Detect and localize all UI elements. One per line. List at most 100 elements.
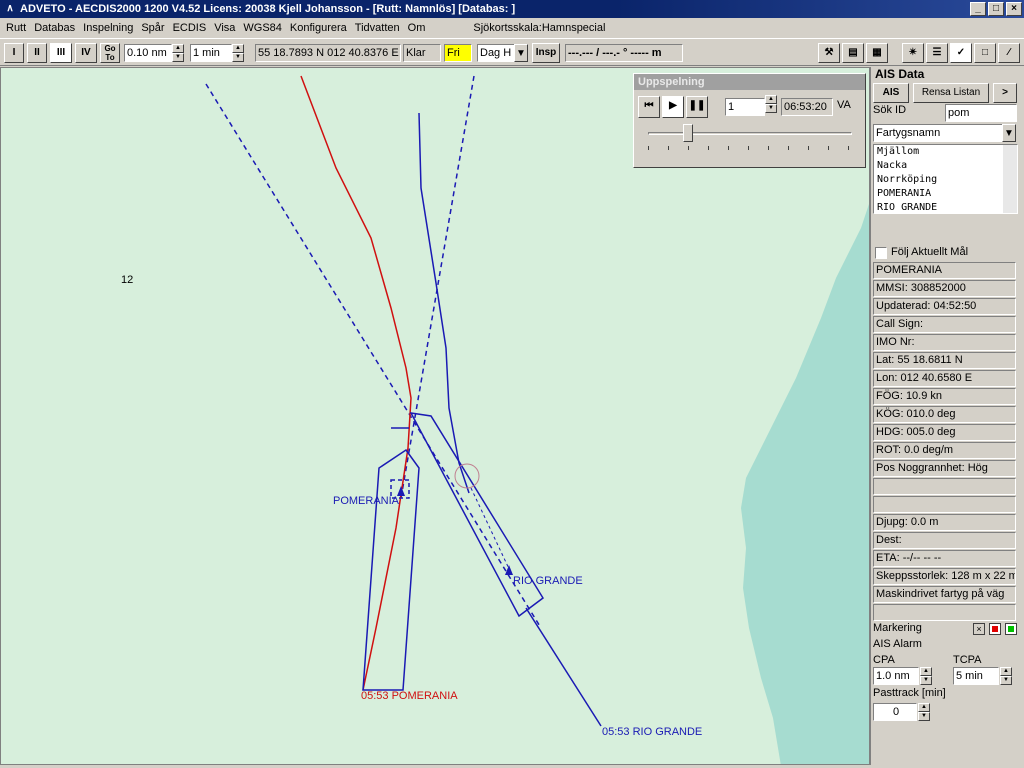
sort-select[interactable]: Fartygsnamn — [873, 124, 1003, 142]
mark-green-icon[interactable] — [1005, 623, 1017, 635]
inspect-button[interactable]: Insp — [532, 43, 560, 63]
menu-tidvatten[interactable]: Tidvatten — [351, 22, 404, 34]
grid-icon[interactable]: ▦ — [866, 43, 888, 63]
land-area — [741, 204, 869, 764]
playback-window: Uppspelning ⏮ ▶ ❚❚ 1 ▲ ▼ 06:53:20 VA — [633, 73, 866, 168]
chart-scale-label: Sjökortsskala:Hamnspecial — [473, 22, 606, 34]
layers-icon[interactable]: ☰ — [926, 43, 948, 63]
status-field: Klar — [403, 44, 441, 62]
list-item[interactable]: RIO GRANDE — [874, 201, 1017, 215]
display-level-2-button[interactable]: II — [27, 43, 47, 63]
pasttrack-spinner[interactable]: ▲ ▼ — [918, 703, 930, 721]
playback-speed-spinner[interactable]: ▲ ▼ — [765, 95, 777, 113]
tcpa-spinner[interactable]: ▲ ▼ — [1000, 667, 1012, 685]
rio-grande-label[interactable]: RIO GRANDE — [513, 575, 583, 587]
range-input[interactable]: 0.10 nm — [124, 44, 172, 62]
interval-spinner[interactable]: ▲ ▼ — [232, 44, 244, 62]
minimize-button[interactable]: _ — [970, 2, 986, 16]
ais-detail-field: ETA: --/-- -- -- — [873, 550, 1016, 567]
play-icon[interactable]: ▶ — [662, 96, 684, 118]
tcpa-input[interactable]: 5 min — [953, 667, 999, 685]
compass-icon[interactable]: ✴ — [902, 43, 924, 63]
playback-suffix: VA — [837, 99, 851, 111]
menu-visa[interactable]: Visa — [210, 22, 239, 34]
cpa-input[interactable]: 1.0 nm — [873, 667, 919, 685]
menu-spar[interactable]: Spår — [137, 22, 168, 34]
rio-grande-predicted-track — [525, 607, 602, 727]
window-title: ADVETO - AECDIS2000 1200 V4.52 Licens: 2… — [20, 3, 516, 15]
search-id-label: Sök ID — [873, 104, 907, 116]
daymode-select[interactable]: Dag H — [477, 44, 515, 62]
ais-detail-field: Lon: 012 40.6580 E — [873, 370, 1016, 387]
ais-detail-field: Maskindrivet fartyg på väg — [873, 586, 1016, 603]
display-level-1-button[interactable]: I — [4, 43, 24, 63]
pause-icon[interactable]: ❚❚ — [686, 96, 708, 118]
mode-field: Fri — [444, 44, 472, 62]
book-icon[interactable]: □ — [974, 43, 996, 63]
pasttrack-input[interactable]: 0 — [873, 703, 917, 721]
ais-button[interactable]: AIS — [873, 83, 909, 103]
list-item[interactable]: Norrköping — [874, 173, 1017, 187]
table-icon[interactable]: ▤ — [842, 43, 864, 63]
menu-konfigurera[interactable]: Konfigurera — [286, 22, 351, 34]
list-item[interactable]: Nacka — [874, 159, 1017, 173]
follow-target-checkbox[interactable] — [875, 247, 887, 259]
playback-slider-track[interactable] — [648, 132, 852, 135]
playback-slider-thumb[interactable] — [682, 124, 693, 142]
range-spinner[interactable]: ▲ ▼ — [172, 44, 184, 62]
cpa-label: CPA — [873, 654, 895, 666]
playback-title: Uppspelning — [634, 74, 865, 90]
list-scrollbar[interactable] — [1003, 145, 1017, 213]
pomerania-label[interactable]: POMERANIA — [333, 495, 399, 507]
bearing-readout: ---.--- / ---.- ° ----- m — [565, 44, 683, 62]
menu-wgs84[interactable]: WGS84 — [239, 22, 286, 34]
display-level-4-button[interactable]: IV — [75, 43, 97, 63]
ais-alarm-label: AIS Alarm — [873, 638, 922, 650]
ais-header: AIS Data — [875, 67, 925, 81]
search-id-input[interactable]: pom — [945, 104, 1017, 122]
close-button[interactable]: × — [1006, 2, 1022, 16]
playback-time: 06:53:20 — [781, 98, 833, 116]
vessel-list[interactable]: Mjällom Nacka Norrköping POMERANIA RIO G… — [873, 144, 1018, 214]
playback-speed-input[interactable]: 1 — [725, 98, 765, 116]
rio-grande-track-label: 05:53 RIO GRANDE — [602, 726, 703, 738]
pasttrack-label: Pasttrack [min] — [873, 687, 946, 699]
menu-ecdis[interactable]: ECDIS — [169, 22, 211, 34]
ais-detail-field: Call Sign: — [873, 316, 1016, 333]
cpa-spinner[interactable]: ▲ ▼ — [920, 667, 932, 685]
depth-label: 12 — [121, 274, 134, 286]
ship-icon[interactable]: ✓ — [950, 43, 972, 63]
menu-bar: Rutt Databas Inspelning Spår ECDIS Visa … — [0, 18, 1024, 38]
ais-detail-field — [873, 604, 1016, 621]
measure-icon[interactable]: ∕ — [998, 43, 1020, 63]
ais-detail-field: Dest: — [873, 532, 1016, 549]
sort-dropdown-icon[interactable]: ▼ — [1002, 124, 1016, 142]
chart-map[interactable]: 12 POMERANIA RIO GRANDE 05:53 POMERANIA … — [0, 67, 870, 765]
goto-button[interactable]: Go To — [100, 43, 120, 63]
menu-inspelning[interactable]: Inspelning — [79, 22, 137, 34]
rio-grande-arrow — [505, 565, 513, 575]
clear-list-button[interactable]: Rensa Listan — [913, 83, 989, 103]
tool-icon[interactable]: ⚒ — [818, 43, 840, 63]
marking-label: Markering — [873, 622, 922, 634]
mark-red-icon[interactable] — [989, 623, 1001, 635]
list-item[interactable]: Mjällom — [874, 145, 1017, 159]
ais-detail-field: ROT: 0.0 deg/m — [873, 442, 1016, 459]
app-icon: ∧ — [6, 3, 14, 14]
menu-om[interactable]: Om — [404, 22, 430, 34]
display-level-3-button[interactable]: III — [50, 43, 72, 63]
interval-input[interactable]: 1 min — [190, 44, 232, 62]
mark-clear-icon[interactable]: × — [973, 623, 985, 635]
ais-detail-field: Pos Noggrannhet: Hög — [873, 460, 1016, 477]
next-button[interactable]: > — [993, 83, 1017, 103]
menu-databas[interactable]: Databas — [30, 22, 79, 34]
maximize-button[interactable]: □ — [988, 2, 1004, 16]
ais-detail-field: Djupg: 0.0 m — [873, 514, 1016, 531]
playback-slider-ticks — [648, 146, 852, 150]
ais-detail-field: Skeppsstorlek: 128 m x 22 m — [873, 568, 1016, 585]
route-dashed-line-2 — [400, 75, 475, 499]
menu-rutt[interactable]: Rutt — [2, 22, 30, 34]
list-item[interactable]: POMERANIA — [874, 187, 1017, 201]
daymode-dropdown-icon[interactable]: ▼ — [514, 44, 528, 62]
rewind-icon[interactable]: ⏮ — [638, 96, 660, 118]
